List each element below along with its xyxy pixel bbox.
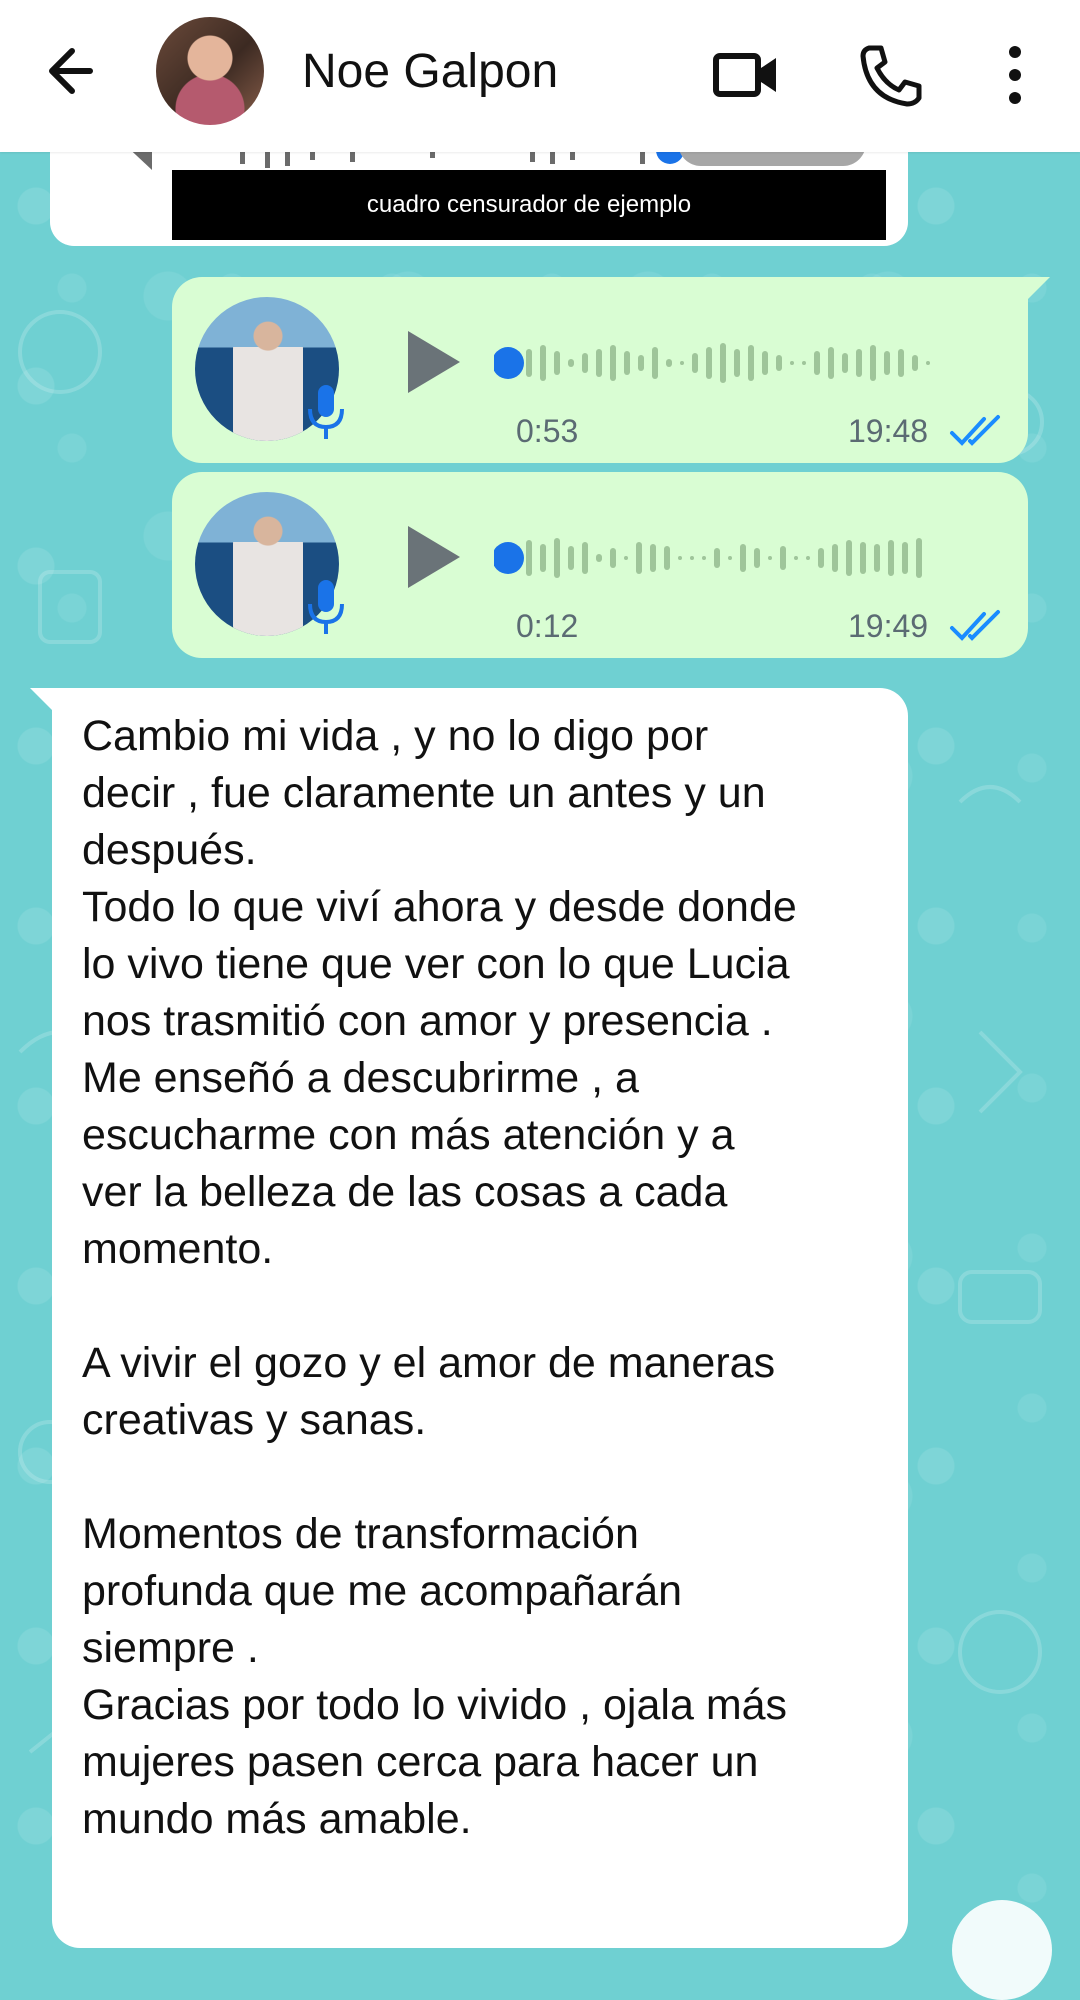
incoming-text-message[interactable]: Cambio mi vida , y no lo digo por decir … xyxy=(30,688,908,1948)
message-text: Cambio mi vida , y no lo digo por decir … xyxy=(82,712,797,1843)
play-icon[interactable] xyxy=(404,327,464,397)
video-call-icon[interactable] xyxy=(710,40,780,110)
double-check-icon xyxy=(950,610,1000,641)
microphone-icon xyxy=(308,385,344,439)
waveform xyxy=(240,150,684,168)
bubble-tail xyxy=(1028,277,1050,299)
more-vert-icon[interactable] xyxy=(985,40,1055,110)
bubble-tail xyxy=(30,688,52,710)
double-check-icon xyxy=(950,415,1000,446)
contact-avatar[interactable] xyxy=(156,17,264,125)
message-time: 19:49 xyxy=(848,608,929,644)
contact-name[interactable]: Noe Galpon xyxy=(302,42,558,102)
voice-duration: 0:12 xyxy=(516,608,579,644)
microphone-icon xyxy=(308,580,344,634)
back-arrow-icon[interactable] xyxy=(40,36,110,106)
voice-message[interactable]: 0:53 19:48 xyxy=(172,277,1050,463)
voice-duration: 0:53 xyxy=(516,413,579,449)
phone-icon[interactable] xyxy=(855,40,925,110)
play-icon[interactable] xyxy=(404,522,464,592)
scroll-down-button[interactable] xyxy=(952,1900,1052,2000)
waveform[interactable] xyxy=(494,534,982,582)
chat-header: Noe Galpon xyxy=(0,0,1080,152)
message-time: 19:48 xyxy=(848,413,929,449)
waveform[interactable] xyxy=(494,339,982,387)
voice-message[interactable]: 0:12 19:49 xyxy=(172,472,1028,658)
censor-box: cuadro censurador de ejemplo xyxy=(172,170,886,240)
